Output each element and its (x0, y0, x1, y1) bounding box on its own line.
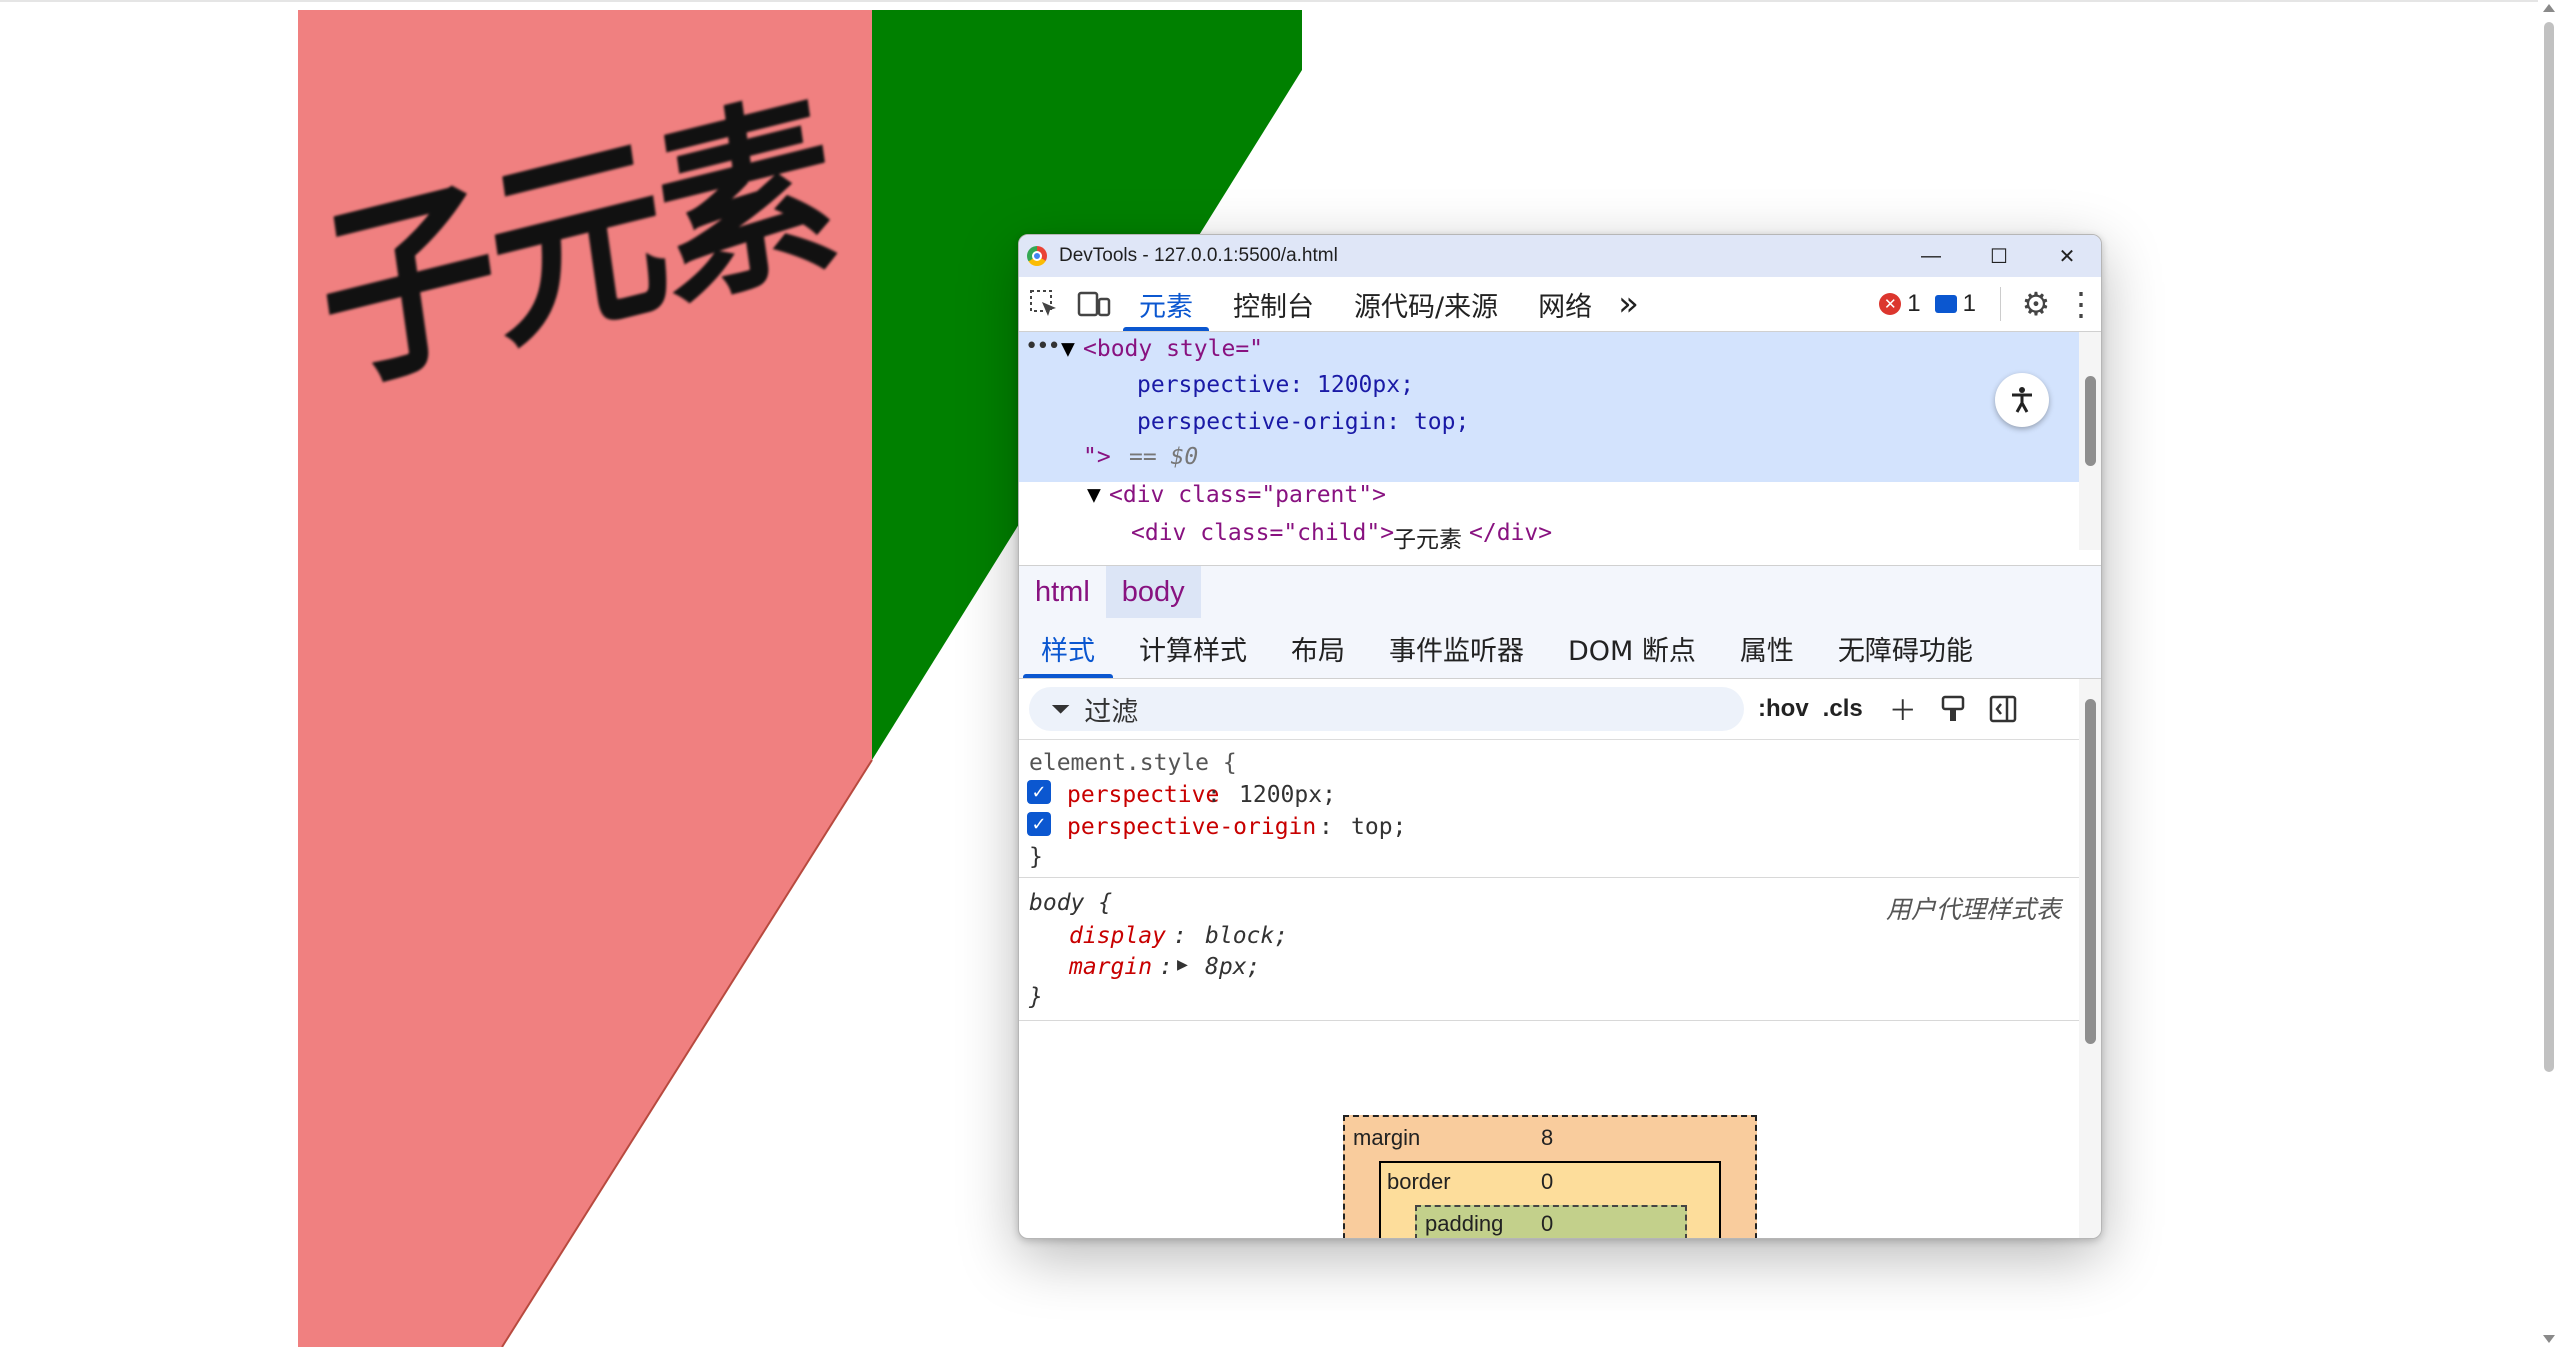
message-icon (1934, 295, 1957, 313)
styles-scrollbar[interactable] (2079, 679, 2101, 1238)
more-tabs-icon[interactable]: » (1612, 277, 1645, 331)
box-model-padding-label: padding (1425, 1211, 1504, 1236)
device-toggle-icon[interactable] (1069, 277, 1119, 331)
scroll-down-icon[interactable] (2543, 1335, 2555, 1343)
filter-bar: ⏷ 过滤 :hov .cls ＋ (1019, 679, 2079, 740)
dom-tree: ••• ▼ <body style=" perspective: 1200px;… (1019, 332, 2079, 550)
tab-layout[interactable]: 布局 (1269, 618, 1367, 678)
close-button[interactable]: ✕ (2033, 235, 2101, 277)
dom-scrollbar[interactable] (2079, 332, 2101, 550)
box-model-padding-value[interactable]: 0 (1541, 1211, 1553, 1237)
scroll-up-icon[interactable] (2543, 4, 2555, 12)
devtools-window: DevTools - 127.0.0.1:5500/a.html — ☐ ✕ 元… (1018, 234, 2102, 1239)
perspective-prop[interactable]: perspective (1067, 782, 1219, 808)
dom-div-parent[interactable]: <div class="parent"> (1109, 482, 1386, 508)
box-model-border-label: border (1387, 1169, 1451, 1194)
user-agent-stylesheet-label: 用户代理样式表 (1885, 895, 2061, 924)
element-style-selector: element.style { (1029, 750, 1237, 776)
filter-icon: ⏷ (1051, 695, 1071, 723)
dom-div-child-close: </div> (1469, 520, 1553, 546)
message-badge[interactable]: 1 (1934, 290, 1976, 318)
error-count: 1 (1907, 290, 1921, 317)
colon: : (1159, 954, 1173, 980)
perspective-origin-val[interactable]: top; (1351, 814, 1406, 840)
settings-gear-icon[interactable]: ⚙ (2011, 277, 2061, 331)
inspect-element-icon[interactable] (1019, 277, 1069, 331)
error-icon: ✕ (1879, 293, 1902, 315)
dom-body-open[interactable]: <body style=" (1083, 336, 1263, 362)
accessibility-icon[interactable] (1995, 373, 2049, 427)
rule-divider (1019, 877, 2079, 878)
sidebar-toggle-icon[interactable] (1981, 687, 2025, 731)
paint-brush-icon[interactable] (1931, 687, 1975, 731)
styles-scroll-thumb[interactable] (2085, 699, 2096, 1044)
dom-body-close: "> (1083, 444, 1111, 470)
expand-triangle-icon[interactable]: ▶ (1177, 954, 1188, 975)
perspective-val[interactable]: 1200px; (1239, 782, 1336, 808)
expand-triangle-icon[interactable]: ▼ (1087, 482, 1101, 508)
box-model-padding: padding 0 (1415, 1205, 1687, 1238)
chrome-logo-icon (1027, 246, 1047, 266)
tab-computed[interactable]: 计算样式 (1117, 618, 1269, 678)
expand-triangle-icon[interactable]: ▼ (1061, 336, 1075, 362)
dom-eq0: == $0 (1129, 444, 1199, 470)
rule-close: } (1029, 984, 1043, 1010)
tab-properties[interactable]: 属性 (1718, 618, 1816, 678)
styles-subtabs: 样式 计算样式 布局 事件监听器 DOM 断点 属性 无障碍功能 (1019, 618, 2101, 679)
perspective-origin-prop[interactable]: perspective-origin (1067, 814, 1316, 840)
tab-styles[interactable]: 样式 (1019, 618, 1117, 678)
tab-dom-breakpoints[interactable]: DOM 断点 (1546, 618, 1718, 678)
dom-div-child-open[interactable]: <div class="child"> (1131, 520, 1394, 546)
error-badge[interactable]: ✕ 1 (1879, 290, 1921, 318)
margin-prop: margin (1069, 954, 1153, 980)
colon: : (1173, 923, 1187, 949)
devtools-titlebar: DevTools - 127.0.0.1:5500/a.html — ☐ ✕ (1019, 235, 2101, 277)
toolbar-divider (2000, 287, 2001, 321)
colon: : (1207, 782, 1221, 808)
rule-close: } (1029, 844, 1043, 870)
tab-sources[interactable]: 源代码/来源 (1334, 277, 1518, 331)
window-title: DevTools - 127.0.0.1:5500/a.html (1059, 245, 1338, 266)
perspective-origin-checkbox[interactable]: ✓ (1027, 812, 1051, 836)
body-selector: body { (1029, 890, 1113, 916)
box-model-border: border 0 padding 0 (1379, 1161, 1721, 1238)
display-prop: display (1069, 923, 1166, 949)
dom-scroll-thumb[interactable] (2085, 376, 2096, 466)
filter-placeholder: 过滤 (1084, 696, 1139, 728)
dom-body-prop1: perspective: 1200px; (1137, 372, 1414, 398)
page-scroll-thumb[interactable] (2544, 22, 2554, 1072)
dom-body-prop2: perspective-origin: top; (1137, 409, 1470, 435)
message-count: 1 (1962, 290, 1976, 317)
breadcrumb-body[interactable]: body (1105, 566, 1201, 618)
breadcrumb-html[interactable]: html (1019, 566, 1106, 618)
tab-accessibility[interactable]: 无障碍功能 (1816, 618, 1995, 678)
filter-input[interactable]: ⏷ 过滤 (1029, 687, 1744, 731)
new-rule-plus-icon[interactable]: ＋ (1881, 687, 1925, 731)
box-model-margin: margin 8 border 0 padding 0 (1343, 1115, 1757, 1238)
colon: : (1319, 814, 1333, 840)
cls-button[interactable]: .cls (1823, 695, 1863, 723)
display-val: block; (1205, 923, 1289, 949)
breadcrumb: html body (1019, 565, 2101, 619)
dom-div-child-text: 子元素 (1393, 527, 1462, 550)
dom-ellipsis[interactable]: ••• (1025, 334, 1061, 359)
box-model-border-value[interactable]: 0 (1541, 1169, 1553, 1195)
box-model-margin-label: margin (1353, 1125, 1421, 1150)
box-model-margin-value[interactable]: 8 (1541, 1125, 1553, 1151)
tab-event-listeners[interactable]: 事件监听器 (1367, 618, 1546, 678)
page-scrollbar[interactable] (2538, 0, 2560, 1347)
perspective-checkbox[interactable]: ✓ (1027, 780, 1051, 804)
tab-network[interactable]: 网络 (1518, 277, 1612, 331)
more-options-icon[interactable]: ⋮ (2061, 277, 2101, 331)
margin-val: 8px; (1205, 954, 1261, 980)
rule-divider (1019, 1020, 2079, 1021)
hov-button[interactable]: :hov (1758, 695, 1809, 723)
minimize-button[interactable]: — (1897, 235, 1965, 277)
tab-elements[interactable]: 元素 (1119, 277, 1213, 331)
tab-console[interactable]: 控制台 (1213, 277, 1334, 331)
maximize-button[interactable]: ☐ (1965, 235, 2033, 277)
devtools-toolbar: 元素 控制台 源代码/来源 网络 » ✕ 1 1 ⚙ ⋮ (1019, 277, 2101, 332)
